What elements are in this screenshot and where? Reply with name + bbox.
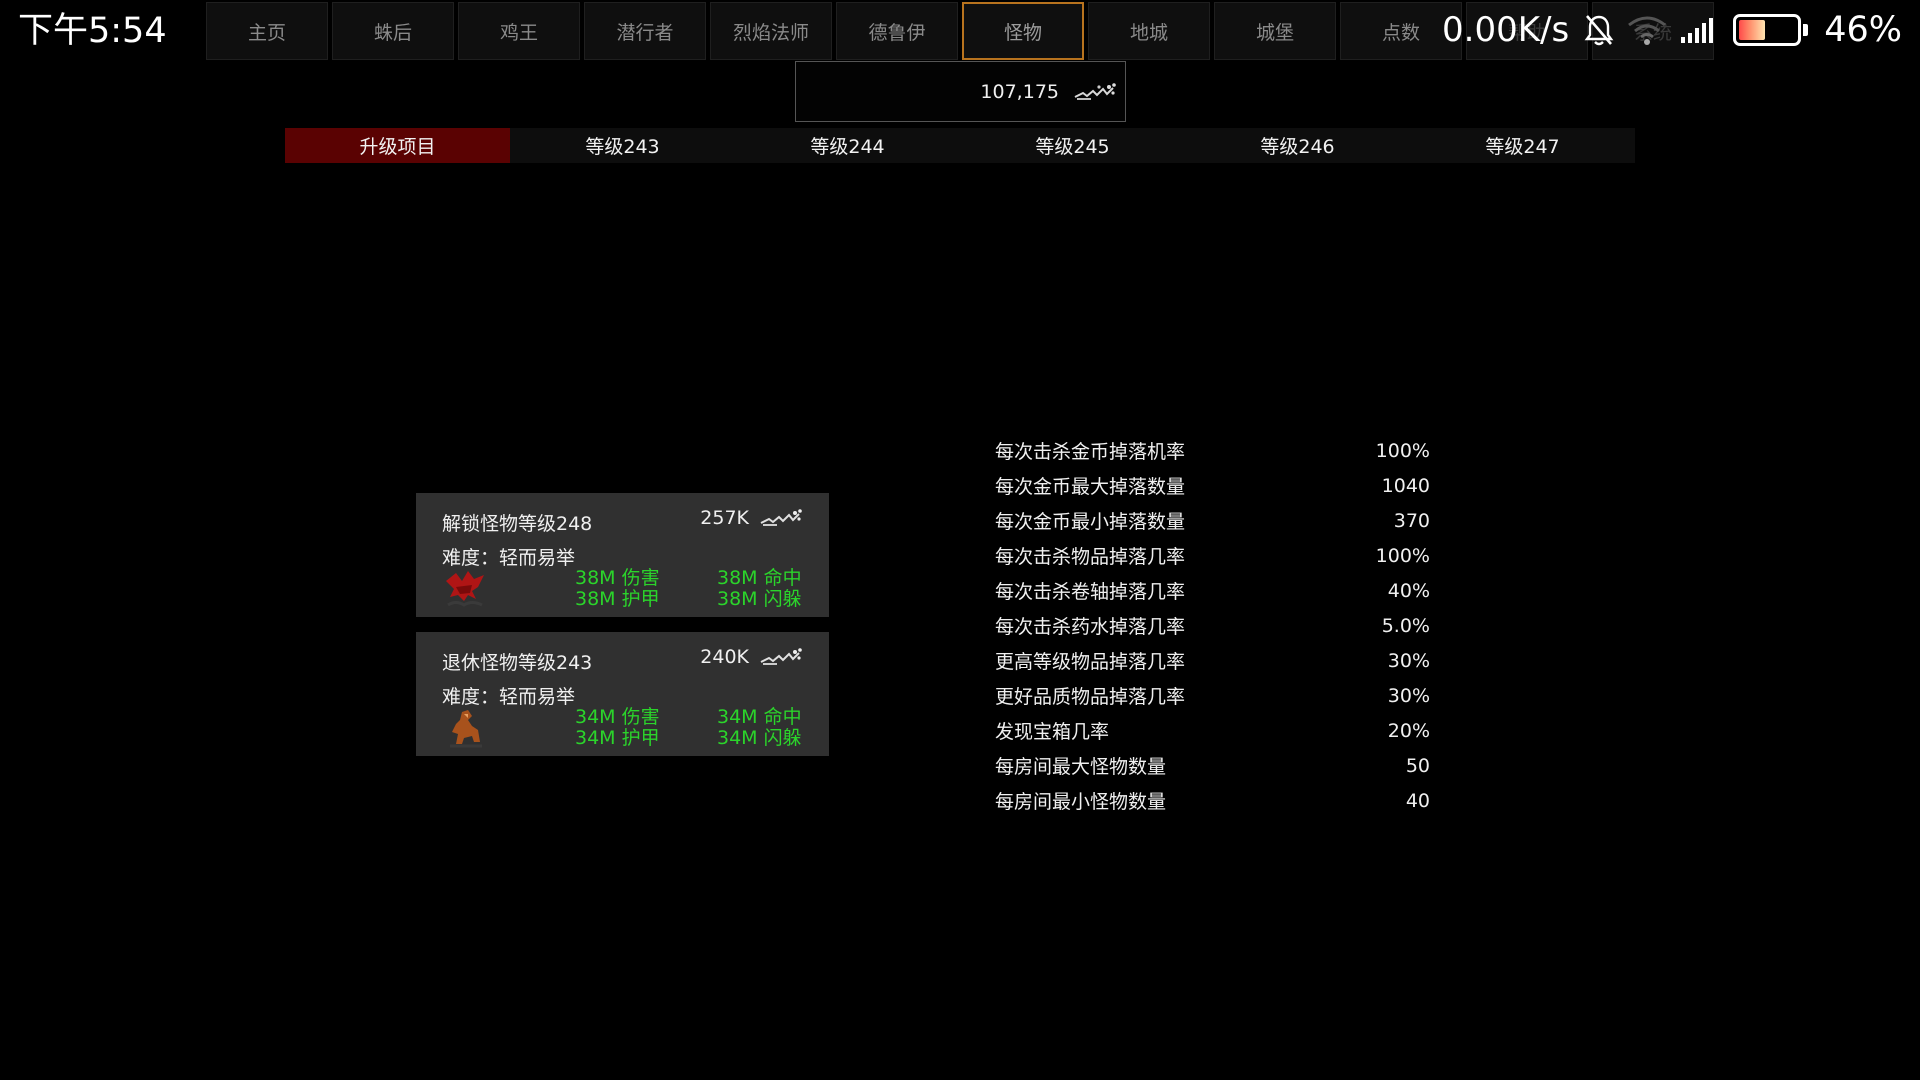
subtab-level-244[interactable]: 等级244 [735, 128, 960, 163]
game-screen: 下午5:54 主页 蛛后 鸡王 潜行者 烈焰法师 德鲁伊 怪物 地城 城堡 点数… [0, 0, 1920, 1080]
gold-coins-icon [1074, 82, 1116, 100]
sub-tabs: 升级项目 等级243 等级244 等级245 等级246 等级247 [285, 128, 1635, 163]
net-speed: 0.00K/s [1442, 10, 1570, 50]
battery-fill [1739, 20, 1765, 40]
stat-label: 每房间最大怪物数量 [995, 756, 1167, 778]
stat-armor: 34M 护甲 [575, 727, 660, 749]
stat-hit: 34M 命中 [717, 706, 802, 728]
drop-stat-row: 每次击杀药水掉落几率 5.0% [995, 608, 1430, 643]
stat-label: 更高等级物品掉落几率 [995, 651, 1186, 673]
stat-label: 每次击杀物品掉落几率 [995, 546, 1186, 568]
stat-label: 发现宝箱几率 [995, 721, 1110, 743]
stat-value: 40 [1405, 789, 1430, 812]
wifi-icon [1625, 13, 1669, 47]
unlock-monster-card[interactable]: 解锁怪物等级248 257K 难度：轻而易举 38M 伤害 38M 命中 38M… [416, 493, 829, 617]
drop-stat-row: 每房间最大怪物数量 50 [995, 748, 1430, 783]
stat-hit: 38M 命中 [717, 567, 802, 589]
red-dragon-icon [446, 571, 484, 607]
currency-amount: 107,175 [980, 80, 1059, 103]
stat-label: 每次金币最大掉落数量 [995, 476, 1186, 498]
tab-chicken-king[interactable]: 鸡王 [458, 2, 580, 60]
card-title: 解锁怪物等级248 [442, 513, 593, 535]
stat-value: 5.0% [1381, 614, 1430, 637]
card-cost: 257K [700, 507, 803, 529]
stat-label: 每次金币最小掉落数量 [995, 511, 1186, 533]
stat-value: 30% [1387, 649, 1430, 672]
drop-stat-row: 每次金币最小掉落数量 370 [995, 503, 1430, 538]
drop-stats-list: 每次击杀金币掉落机率 100% 每次金币最大掉落数量 1040 每次金币最小掉落数量… [995, 433, 1430, 818]
drop-stat-row: 更好品质物品掉落几率 30% [995, 678, 1430, 713]
tab-stalker[interactable]: 潜行者 [584, 2, 706, 60]
tab-home[interactable]: 主页 [206, 2, 328, 60]
card-difficulty: 难度：轻而易举 [442, 547, 576, 569]
subtab-upgrades[interactable]: 升级项目 [285, 128, 510, 163]
stat-armor: 38M 护甲 [575, 588, 660, 610]
stat-value: 20% [1387, 719, 1430, 742]
stat-value: 40% [1387, 579, 1430, 602]
drop-stat-row: 每次金币最大掉落数量 1040 [995, 468, 1430, 503]
stat-label: 每次击杀卷轴掉落几率 [995, 581, 1186, 603]
tab-flame-mage[interactable]: 烈焰法师 [710, 2, 832, 60]
gold-coins-icon [760, 509, 802, 526]
subtab-level-246[interactable]: 等级246 [1185, 128, 1410, 163]
tab-monsters[interactable]: 怪物 [962, 2, 1084, 60]
mute-bell-icon [1583, 13, 1615, 47]
currency-display: 107,175 [795, 61, 1126, 122]
stat-value: 1040 [1381, 474, 1430, 497]
battery-percent: 46% [1824, 10, 1902, 50]
stat-label: 每房间最小怪物数量 [995, 791, 1167, 813]
subtab-level-247[interactable]: 等级247 [1410, 128, 1635, 163]
card-difficulty: 难度：轻而易举 [442, 686, 576, 708]
card-title: 退休怪物等级243 [442, 652, 593, 674]
stat-value: 370 [1393, 509, 1430, 532]
stat-value: 100% [1375, 439, 1430, 462]
drop-stat-row: 每次击杀物品掉落几率 100% [995, 538, 1430, 573]
status-time: 下午5:54 [18, 11, 167, 51]
stat-value: 50 [1405, 754, 1430, 777]
drop-stat-row: 发现宝箱几率 20% [995, 713, 1430, 748]
battery-icon [1733, 14, 1809, 46]
stat-dodge: 34M 闪躲 [717, 727, 802, 749]
tab-druid[interactable]: 德鲁伊 [836, 2, 958, 60]
drop-stat-row: 每次击杀金币掉落机率 100% [995, 433, 1430, 468]
signal-icon [1679, 15, 1719, 45]
cost-value: 257K [700, 507, 749, 529]
stat-dodge: 38M 闪躲 [717, 588, 802, 610]
gold-coins-icon [760, 648, 802, 665]
tab-dungeon[interactable]: 地城 [1088, 2, 1210, 60]
subtab-level-245[interactable]: 等级245 [960, 128, 1185, 163]
stat-damage: 38M 伤害 [575, 567, 660, 589]
status-right: 0.00K/s 46% [1442, 6, 1902, 54]
brown-beast-icon [450, 710, 482, 748]
retire-monster-card[interactable]: 退休怪物等级243 240K 难度：轻而易举 34M 伤害 34M 命中 34M… [416, 632, 829, 756]
tab-spider-queen[interactable]: 蛛后 [332, 2, 454, 60]
stat-damage: 34M 伤害 [575, 706, 660, 728]
stat-label: 每次击杀金币掉落机率 [995, 441, 1186, 463]
card-cost: 240K [700, 646, 803, 668]
drop-stat-row: 每次击杀卷轴掉落几率 40% [995, 573, 1430, 608]
stat-label: 更好品质物品掉落几率 [995, 686, 1186, 708]
subtab-level-243[interactable]: 等级243 [510, 128, 735, 163]
drop-stat-row: 更高等级物品掉落几率 30% [995, 643, 1430, 678]
stat-value: 100% [1375, 544, 1430, 567]
tab-castle[interactable]: 城堡 [1214, 2, 1336, 60]
cost-value: 240K [700, 646, 749, 668]
stat-value: 30% [1387, 684, 1430, 707]
drop-stat-row: 每房间最小怪物数量 40 [995, 783, 1430, 818]
stat-label: 每次击杀药水掉落几率 [995, 616, 1186, 638]
